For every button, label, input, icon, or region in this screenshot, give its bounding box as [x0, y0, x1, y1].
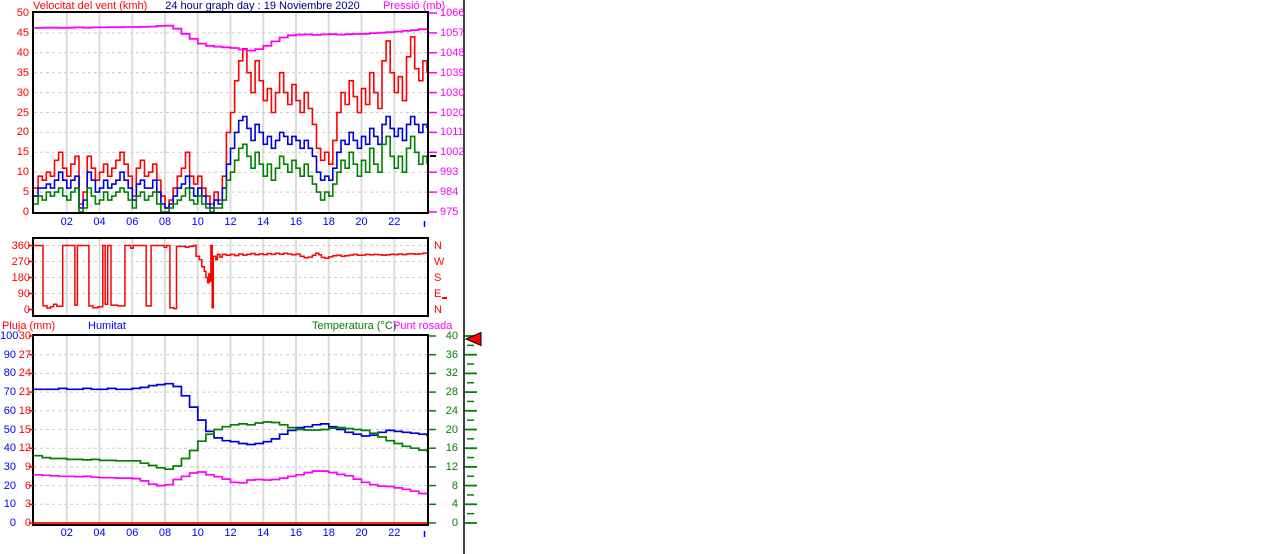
humidity-tick-label: 50: [3, 423, 16, 436]
compass-label: S: [434, 271, 442, 284]
temperature-tick-label: 40: [445, 330, 458, 342]
hour-label: 12: [224, 527, 237, 539]
wind-tick-label: 10: [16, 166, 29, 179]
rain-tick-label: 12: [18, 442, 31, 455]
direction-tick-label: 90: [17, 287, 30, 300]
humidity-tick-label: 70: [3, 386, 16, 399]
pressure-tick-label: 1020: [440, 106, 465, 119]
hour-label: 18: [322, 216, 335, 228]
direction-tick-label: 360: [11, 239, 30, 252]
direction-tick-label: 0: [23, 303, 30, 316]
hour-label: 10: [191, 216, 204, 228]
pressure-tick-label: 993: [440, 166, 459, 179]
humidity-tick-label: 10: [3, 498, 16, 511]
temperature-tick-label: 0: [451, 517, 458, 529]
temperature-tick-label: 24: [445, 404, 458, 417]
temperature-tick-label: 20: [445, 423, 458, 436]
rain-tick-label: 27: [18, 348, 31, 361]
rain-tick-label: 21: [18, 386, 31, 399]
hour-label: 06: [126, 527, 139, 539]
temperature-axis-title: Temperatura (°C): [312, 320, 397, 332]
hour-label: 22: [388, 216, 401, 228]
rain-tick-label: 3: [24, 498, 31, 511]
wind-tick-label: 50: [16, 7, 29, 19]
direction-tick-label: 270: [11, 255, 30, 268]
hour-label: 14: [257, 216, 270, 228]
pressure-tick-label: 1011: [440, 126, 464, 139]
pressure-axis-title: Pressió (mb): [383, 0, 446, 12]
pressure-tick-label: 1057: [440, 26, 465, 39]
compass-label: N: [434, 239, 442, 252]
hour-label: 10: [191, 527, 204, 539]
hour-label: 16: [289, 216, 303, 228]
weather-graph-page: Velocitat del vent (kmh) 24 hour graph d…: [0, 0, 1280, 554]
humidity-tick-label: 20: [3, 479, 16, 492]
compass-label: E: [434, 287, 442, 300]
hour-label: 16: [289, 527, 303, 539]
hour-label: 04: [93, 216, 106, 228]
hour-label: 20: [355, 216, 368, 228]
wind-tick-label: 30: [16, 86, 29, 99]
temperature-tick-label: 8: [451, 479, 458, 492]
humidity-axis-title: Humitat: [88, 320, 126, 332]
temperature-tick-label: 12: [445, 460, 458, 473]
page-title: 24 hour graph day : 19 Noviembre 2020: [165, 0, 360, 12]
hour-label: 08: [158, 216, 172, 228]
wind-tick-label: 15: [16, 146, 29, 159]
wind-axis-title: Velocitat del vent (kmh): [33, 0, 148, 12]
pressure-tick-label: 1030: [440, 86, 465, 99]
humidity-tick-label: 40: [3, 442, 16, 455]
temperature-tick-label: 28: [445, 386, 458, 399]
humidity-tick-label: 60: [3, 404, 16, 417]
rain-tick-label: 9: [24, 460, 31, 473]
wind-tick-label: 20: [16, 126, 29, 139]
wind-tick-label: 5: [22, 186, 29, 199]
rain-tick-label: 6: [24, 479, 31, 492]
compass-label: W: [434, 255, 445, 268]
humidity-tick-label: 0: [9, 517, 16, 529]
rain-tick-label: 18: [18, 404, 31, 417]
rain-tick-label: 15: [18, 423, 31, 436]
hour-label: 08: [158, 527, 172, 539]
wind-tick-label: 40: [16, 46, 29, 59]
pressure-tick-label: 1048: [440, 46, 465, 59]
rain-tick-label: 0: [24, 517, 31, 529]
rain-tick-label: 30: [18, 330, 31, 342]
hour-label: 22: [388, 527, 401, 539]
temperature-tick-label: 36: [445, 348, 458, 361]
hour-label: 02: [60, 527, 73, 539]
pressure-tick-label: 984: [440, 186, 459, 199]
pressure-tick-label: 1066: [440, 7, 465, 19]
temperature-tick-label: 4: [451, 498, 458, 511]
wind-tick-label: 25: [16, 106, 29, 119]
hour-label: 20: [355, 527, 368, 539]
compass-label: N: [434, 303, 442, 316]
hour-label: 14: [257, 527, 270, 539]
wind-tick-label: 35: [16, 66, 29, 79]
wind-tick-label: 45: [16, 26, 29, 39]
temperature-arrow-marker: [464, 331, 482, 347]
pressure-tick-label: 975: [440, 206, 459, 218]
direction-tick-label: 180: [11, 271, 30, 284]
humidity-tick-label: 30: [3, 460, 16, 473]
pressure-tick-label: 1002: [440, 146, 465, 159]
humidity-tick-label: 100: [0, 330, 19, 342]
temperature-tick-label: 16: [445, 442, 458, 455]
temperature-tick-label: 32: [445, 367, 458, 380]
humidity-tick-label: 80: [3, 367, 16, 380]
hour-label: 12: [224, 216, 237, 228]
charts-canvas: [28, 0, 482, 554]
wind-tick-label: 0: [22, 206, 29, 218]
hour-label: 06: [126, 216, 139, 228]
hour-label: 02: [60, 216, 73, 228]
hour-label: 04: [93, 527, 106, 539]
humidity-tick-label: 90: [3, 348, 16, 361]
rain-tick-label: 24: [18, 367, 31, 380]
pressure-tick-label: 1039: [440, 66, 465, 79]
hour-label: 18: [322, 527, 335, 539]
